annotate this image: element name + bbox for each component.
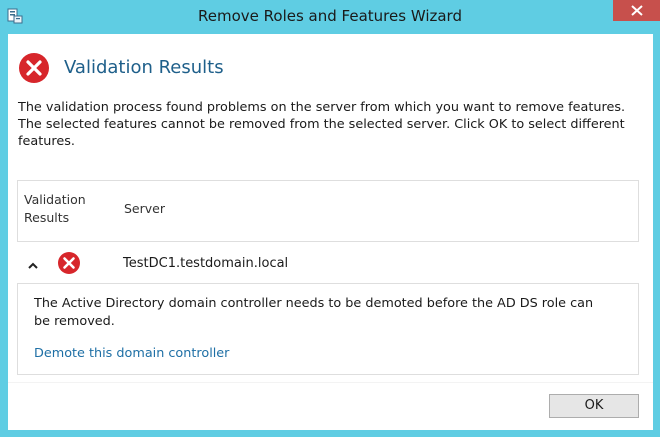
message-line: The Active Directory domain controller n… [34,296,594,311]
error-icon [18,52,50,84]
validation-message: The Active Directory domain controller n… [34,295,624,331]
description-line: The validation process found problems on… [18,100,626,115]
message-line: be removed. [34,314,115,329]
column-header-validation-results[interactable]: Validation Results [24,191,104,227]
close-button[interactable] [613,0,660,21]
column-header-line: Results [24,210,70,225]
demote-domain-controller-link[interactable]: Demote this domain controller [34,346,229,361]
table-row[interactable]: TestDC1.testdomain.local [17,241,639,284]
validation-table: Validation Results Server TestDC1.testdo… [17,180,639,375]
column-header-server[interactable]: Server [124,201,165,216]
footer-divider [8,382,653,383]
description-line: features. [18,134,75,149]
description-line: The selected features cannot be removed … [18,117,625,132]
title-bar[interactable]: Remove Roles and Features Wizard [0,0,660,34]
validation-description: The validation process found problems on… [18,99,648,150]
close-icon [630,5,643,16]
page-title: Validation Results [64,57,224,78]
wizard-window: Remove Roles and Features Wizard Validat… [0,0,660,437]
chevron-up-icon[interactable] [27,256,39,269]
dialog-content: Validation Results The validation proces… [8,34,653,430]
column-header-line: Validation [24,192,86,207]
server-name: TestDC1.testdomain.local [123,256,289,271]
error-icon [57,251,81,275]
ok-button[interactable]: OK [549,394,639,418]
window-title: Remove Roles and Features Wizard [198,7,462,25]
